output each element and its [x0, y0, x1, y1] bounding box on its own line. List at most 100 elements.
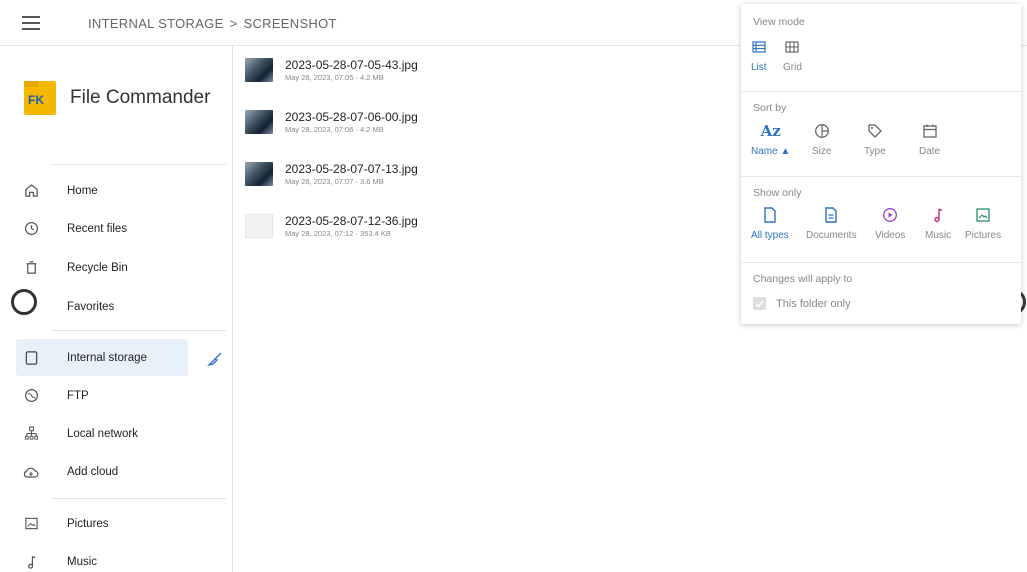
checkbox-label: This folder only	[776, 297, 851, 310]
image-thumbnail	[245, 214, 273, 238]
sort-by-date[interactable]: Date	[919, 120, 940, 157]
divider	[52, 164, 226, 165]
sidebar-item-label: Recent files	[67, 222, 128, 235]
filter-videos[interactable]: Videos	[875, 204, 905, 241]
sort-option-label: Type	[864, 146, 886, 157]
grid-view-icon	[785, 36, 800, 58]
music-note-icon	[931, 204, 945, 226]
divider	[741, 91, 1021, 92]
file-name: 2023-05-28-07-12-36.jpg	[285, 214, 418, 228]
picture-icon	[975, 204, 991, 226]
sidebar-item-label: Pictures	[67, 517, 109, 530]
filter-documents[interactable]: Documents	[806, 204, 857, 241]
file-item[interactable]: 2023-05-28-07-12-36.jpg May 28, 2023, 07…	[245, 206, 418, 246]
globe-icon	[16, 388, 46, 403]
sidebar-item-label: Favorites	[67, 300, 115, 313]
file-item[interactable]: 2023-05-28-07-06-00.jpg May 28, 2023, 07…	[245, 102, 418, 142]
logo-text: FK	[28, 93, 44, 107]
breadcrumb-screenshot[interactable]: SCREENSHOT	[243, 16, 336, 31]
filter-label: Pictures	[965, 230, 1002, 241]
divider	[52, 498, 226, 499]
sidebar-item-recycle-bin[interactable]: Recycle Bin	[16, 249, 188, 286]
divider	[741, 262, 1021, 263]
hamburger-menu-icon[interactable]	[22, 16, 40, 30]
sort-by-size[interactable]: Size	[812, 120, 831, 157]
sidebar-item-music[interactable]: Music	[16, 543, 188, 572]
breadcrumb-separator: >	[229, 16, 238, 31]
sidebar-item-label: Recycle Bin	[67, 261, 128, 274]
sort-option-label: Date	[919, 146, 941, 157]
cloud-add-icon	[16, 465, 46, 479]
sidebar-item-ftp[interactable]: FTP	[16, 377, 188, 414]
sort-by-title: Sort by	[753, 102, 787, 114]
list-view-icon	[752, 36, 766, 58]
sidebar-item-local-network[interactable]: Local network	[16, 415, 188, 452]
breadcrumb: INTERNAL STORAGE > SCREENSHOT	[88, 16, 337, 31]
sidebar-item-label: Home	[67, 184, 98, 197]
sort-by-type[interactable]: Type	[864, 120, 886, 157]
sort-az-icon: Az	[760, 122, 781, 140]
image-thumbnail	[245, 110, 273, 134]
file-item[interactable]: 2023-05-28-07-07-13.jpg May 28, 2023, 07…	[245, 154, 418, 194]
image-icon	[16, 516, 46, 531]
view-options-panel: View mode List Grid Sort by Az Name ▲ Si…	[741, 4, 1021, 324]
changes-apply-title: Changes will apply to	[753, 273, 853, 285]
sort-option-label: Size	[812, 146, 832, 157]
pie-size-icon	[814, 120, 830, 142]
sidebar-item-pictures[interactable]: Pictures	[16, 505, 188, 542]
sidebar-item-recent-files[interactable]: Recent files	[16, 210, 188, 247]
filter-label: Music	[925, 230, 952, 241]
filter-label: All types	[751, 230, 789, 241]
sidebar-item-label: FTP	[67, 389, 89, 402]
sidebar-item-add-cloud[interactable]: Add cloud	[16, 453, 188, 490]
view-mode-grid[interactable]: Grid	[783, 36, 802, 73]
sort-option-label: Name ▲	[751, 146, 791, 157]
sidebar-item-label: Local network	[67, 427, 138, 440]
view-mode-label: List	[751, 62, 767, 73]
music-icon	[16, 554, 46, 570]
filter-pictures[interactable]: Pictures	[965, 204, 1001, 241]
filter-label: Documents	[806, 230, 857, 241]
file-meta: May 28, 2023, 07:12 · 353.4 KB	[285, 229, 391, 238]
file-meta: May 28, 2023, 07:05 · 4.2 MB	[285, 73, 384, 82]
app-name: File Commander	[70, 87, 211, 108]
clock-icon	[16, 221, 46, 236]
sidebar-item-favorites[interactable]: Favorites	[16, 288, 188, 325]
image-thumbnail	[245, 162, 273, 186]
view-mode-list[interactable]: List	[751, 36, 767, 73]
calendar-icon	[922, 120, 938, 142]
this-folder-only-checkbox[interactable]	[753, 297, 766, 310]
this-folder-only-checkbox-row[interactable]: This folder only	[753, 297, 851, 310]
show-only-title: Show only	[753, 187, 802, 199]
divider	[741, 176, 1021, 177]
view-mode-label: Grid	[783, 62, 802, 73]
file-commander-logo: FK	[24, 81, 56, 115]
tablet-icon	[16, 350, 46, 366]
document-icon	[824, 204, 838, 226]
network-icon	[16, 426, 46, 441]
sidebar-item-home[interactable]: Home	[16, 172, 188, 209]
filter-music[interactable]: Music	[925, 204, 951, 241]
image-thumbnail	[245, 58, 273, 82]
file-meta: May 28, 2023, 07:07 · 3.6 MB	[285, 177, 384, 186]
filter-all-types[interactable]: All types	[751, 204, 789, 241]
filter-label: Videos	[875, 230, 906, 241]
sidebar-item-label: Internal storage	[67, 351, 147, 364]
play-circle-icon	[882, 204, 898, 226]
view-mode-title: View mode	[753, 16, 805, 28]
home-icon	[16, 183, 46, 198]
breadcrumb-internal-storage[interactable]: INTERNAL STORAGE	[88, 16, 224, 31]
sidebar-item-internal-storage[interactable]: Internal storage	[16, 339, 188, 376]
sidebar-item-label: Music	[67, 555, 98, 568]
file-meta: May 28, 2023, 07:06 · 4.2 MB	[285, 125, 384, 134]
trash-icon	[16, 260, 46, 275]
divider	[52, 330, 226, 331]
tag-icon	[867, 120, 883, 142]
sidebar-item-label: Add cloud	[67, 465, 119, 478]
file-item[interactable]: 2023-05-28-07-05-43.jpg May 28, 2023, 07…	[245, 50, 418, 90]
file-icon	[763, 204, 777, 226]
storage-cleaner-broom-icon[interactable]	[204, 348, 226, 370]
touch-indicator	[11, 289, 37, 315]
file-name: 2023-05-28-07-05-43.jpg	[285, 58, 418, 72]
sort-by-name[interactable]: Az Name ▲	[751, 120, 790, 157]
